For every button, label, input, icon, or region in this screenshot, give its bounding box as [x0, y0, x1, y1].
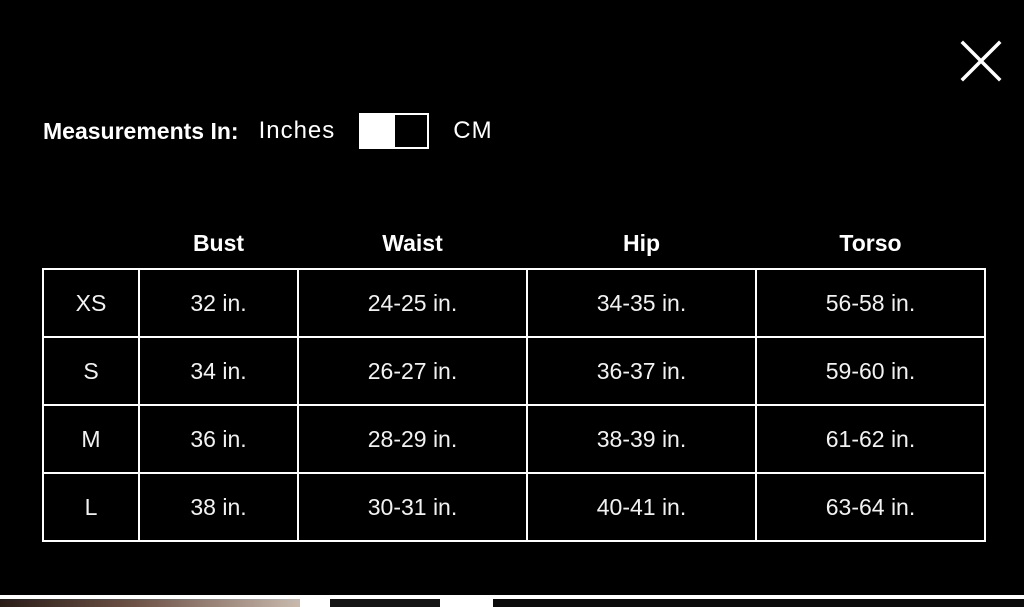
- size-chart-table: Bust Waist Hip Torso XS 32 in. 24-25 in.…: [42, 218, 986, 542]
- table-row: M 36 in. 28-29 in. 38-39 in. 61-62 in.: [42, 404, 986, 474]
- torso-cell: 61-62 in.: [755, 404, 986, 474]
- size-cell: M: [42, 404, 140, 474]
- unit-option-cm[interactable]: CM: [453, 117, 492, 145]
- waist-cell: 30-31 in.: [297, 472, 528, 542]
- size-cell: XS: [42, 268, 140, 338]
- background-product-image: [330, 599, 440, 607]
- hip-cell: 40-41 in.: [526, 472, 757, 542]
- table-row: XS 32 in. 24-25 in. 34-35 in. 56-58 in.: [42, 268, 986, 338]
- bust-cell: 36 in.: [138, 404, 299, 474]
- measurement-label: Measurements In:: [43, 117, 239, 144]
- torso-cell: 59-60 in.: [755, 336, 986, 406]
- waist-cell: 24-25 in.: [297, 268, 528, 338]
- size-cell: S: [42, 336, 140, 406]
- torso-cell: 56-58 in.: [755, 268, 986, 338]
- hip-cell: 36-37 in.: [526, 336, 757, 406]
- measurement-unit-selector: Measurements In: Inches CM: [43, 110, 493, 152]
- waist-cell: 26-27 in.: [297, 336, 528, 406]
- torso-cell: 63-64 in.: [755, 472, 986, 542]
- column-header-torso: Torso: [839, 229, 902, 256]
- column-header-size: [43, 218, 139, 269]
- background-product-image: [0, 599, 300, 607]
- column-header-bust: Bust: [192, 229, 245, 256]
- column-header-hip: Hip: [622, 229, 661, 256]
- bust-cell: 38 in.: [138, 472, 299, 542]
- close-button[interactable]: [960, 40, 1002, 82]
- unit-toggle[interactable]: [359, 113, 430, 149]
- toggle-knob: [361, 115, 396, 147]
- bust-cell: 34 in.: [138, 336, 299, 406]
- close-icon: [960, 40, 1002, 82]
- table-row: S 34 in. 26-27 in. 36-37 in. 59-60 in.: [42, 336, 986, 406]
- bust-cell: 32 in.: [138, 268, 299, 338]
- unit-option-inches[interactable]: Inches: [259, 117, 336, 145]
- column-header-waist: Waist: [382, 229, 443, 256]
- size-chart-modal: Measurements In: Inches CM Bust Waist Hi…: [0, 0, 1024, 595]
- hip-cell: 34-35 in.: [526, 268, 757, 338]
- size-cell: L: [42, 472, 140, 542]
- table-row: L 38 in. 30-31 in. 40-41 in. 63-64 in.: [42, 472, 986, 542]
- hip-cell: 38-39 in.: [526, 404, 757, 474]
- waist-cell: 28-29 in.: [297, 404, 528, 474]
- background-product-image: [493, 599, 1024, 607]
- table-header-row: Bust Waist Hip Torso: [43, 218, 985, 269]
